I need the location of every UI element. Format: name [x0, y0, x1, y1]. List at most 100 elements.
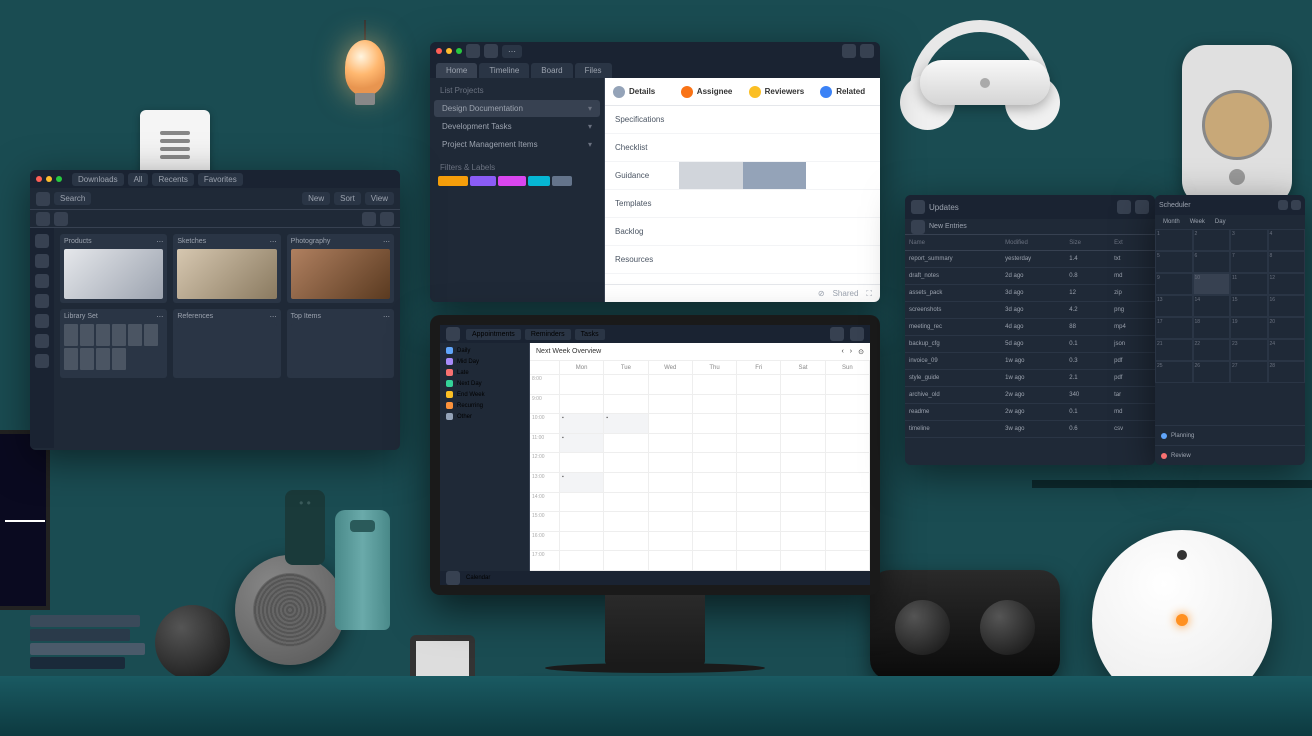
calendar-cell[interactable] — [826, 395, 870, 415]
column-header[interactable]: Ext — [1110, 235, 1155, 250]
calendar-cell[interactable] — [693, 434, 737, 454]
week-grid[interactable]: 8:009:0010:00▪▪11:00▪12:0013:00▪14:0015:… — [530, 375, 870, 571]
day-cell[interactable]: 5 — [1155, 251, 1193, 273]
app-icon[interactable] — [911, 200, 925, 214]
gallery-window[interactable]: DownloadsAllRecentsFavorites Search NewS… — [30, 170, 400, 450]
calendar-cell[interactable] — [737, 375, 781, 395]
day-cell[interactable]: 12 — [1268, 273, 1306, 295]
calendar-cell[interactable] — [826, 493, 870, 513]
calendar-source[interactable]: Late — [442, 367, 527, 378]
tool-button[interactable]: New — [302, 192, 330, 205]
day-cell[interactable]: 3 — [1230, 229, 1268, 251]
tab[interactable]: Favorites — [198, 173, 243, 186]
tab[interactable]: Recents — [152, 173, 193, 186]
event-item[interactable]: Review — [1155, 445, 1305, 465]
calendar-source[interactable]: Other — [442, 411, 527, 422]
day-cell[interactable]: 21 — [1155, 339, 1193, 361]
day-cell[interactable]: 26 — [1193, 361, 1231, 383]
table-row[interactable]: Specifications — [605, 106, 880, 134]
sidebar-item[interactable]: Design Documentation▾ — [434, 100, 600, 117]
day-cell[interactable]: 28 — [1268, 361, 1306, 383]
event-item[interactable]: Planning — [1155, 425, 1305, 445]
calendar-cell[interactable] — [604, 532, 648, 552]
calendar-cell[interactable] — [693, 532, 737, 552]
view-tab[interactable]: Month — [1159, 218, 1184, 226]
project-window[interactable]: ⋯ HomeTimelineBoardFiles List Projects D… — [430, 42, 880, 302]
back-icon[interactable] — [466, 44, 480, 58]
search-icon[interactable] — [842, 44, 856, 58]
day-cell[interactable]: 18 — [1193, 317, 1231, 339]
calendar-cell[interactable] — [560, 512, 604, 532]
calendar-cell[interactable] — [826, 414, 870, 434]
user-icon[interactable] — [850, 327, 864, 341]
view-tab[interactable]: Day — [1211, 218, 1230, 226]
sidebar-item[interactable]: Development Tasks▾ — [434, 118, 600, 135]
calendar-source[interactable]: Mid Day — [442, 356, 527, 367]
calendar-source[interactable]: Daily — [442, 345, 527, 356]
column-header[interactable]: Related — [812, 78, 880, 105]
table-row[interactable]: archive_old2w ago340tar — [905, 387, 1155, 404]
calendar-cell[interactable] — [781, 532, 825, 552]
column-header[interactable]: Size — [1065, 235, 1110, 250]
day-cell[interactable]: 27 — [1230, 361, 1268, 383]
calendar-cell[interactable] — [826, 473, 870, 493]
day-cell[interactable]: 14 — [1193, 295, 1231, 317]
day-cell[interactable]: 23 — [1230, 339, 1268, 361]
minimize-icon[interactable] — [446, 48, 452, 54]
calendar-cell[interactable] — [781, 512, 825, 532]
tab[interactable]: Downloads — [72, 173, 124, 186]
prev-icon[interactable]: ‹ — [841, 348, 843, 355]
day-cell[interactable]: 24 — [1268, 339, 1306, 361]
table-row[interactable]: Backlog — [605, 218, 880, 246]
titlebar[interactable]: DownloadsAllRecentsFavorites — [30, 170, 400, 188]
gallery-card[interactable]: Library Set⋯ — [60, 309, 167, 378]
label-chip[interactable] — [498, 176, 526, 186]
calendar-cell[interactable] — [649, 532, 693, 552]
view-tab[interactable]: Week — [1186, 218, 1209, 226]
calendar-cell[interactable] — [560, 375, 604, 395]
grid-icon[interactable] — [54, 212, 68, 226]
calendar-cell[interactable] — [693, 493, 737, 513]
calendar-source[interactable]: End Week — [442, 389, 527, 400]
calendar-cell[interactable] — [737, 414, 781, 434]
day-cell[interactable]: 13 — [1155, 295, 1193, 317]
calendar-cell[interactable]: ▪ — [560, 414, 604, 434]
day-cell[interactable]: 16 — [1268, 295, 1306, 317]
calendar-cell[interactable] — [649, 493, 693, 513]
calendar-cell[interactable] — [826, 512, 870, 532]
folder-icon[interactable] — [911, 220, 925, 234]
calendar-icon[interactable] — [446, 571, 460, 585]
calendar-cell[interactable] — [560, 493, 604, 513]
menu-button[interactable]: ⋯ — [502, 45, 522, 58]
today-icon[interactable]: ⊙ — [858, 348, 864, 356]
calendar-cell[interactable]: ▪ — [560, 473, 604, 493]
upload-icon[interactable] — [362, 212, 376, 226]
day-cell[interactable]: 20 — [1268, 317, 1306, 339]
maximize-icon[interactable] — [456, 48, 462, 54]
day-cell[interactable]: 19 — [1230, 317, 1268, 339]
day-cell[interactable]: 10 — [1193, 273, 1231, 295]
table-row[interactable]: assets_pack3d ago12zip — [905, 285, 1155, 302]
calendar-cell[interactable] — [737, 395, 781, 415]
calendar-cell[interactable] — [560, 453, 604, 473]
titlebar[interactable]: ⋯ — [430, 42, 880, 60]
calendar-cell[interactable] — [693, 453, 737, 473]
tab[interactable]: Home — [436, 63, 477, 78]
add-icon[interactable] — [1278, 200, 1288, 210]
calendar-cell[interactable] — [693, 512, 737, 532]
calendar-cell[interactable] — [604, 453, 648, 473]
gallery-card[interactable]: Products⋯ — [60, 234, 167, 303]
tab[interactable]: Appointments — [466, 329, 521, 340]
table-row[interactable]: timeline3w ago0.6csv — [905, 421, 1155, 438]
calendar-cell[interactable] — [693, 375, 737, 395]
calendar-cell[interactable] — [649, 512, 693, 532]
calendar-cell[interactable] — [604, 512, 648, 532]
calendar-cell[interactable] — [737, 551, 781, 571]
month-grid[interactable]: 1234567891011121314151617181920212223242… — [1155, 229, 1305, 425]
calendar-source[interactable]: Next Day — [442, 378, 527, 389]
next-icon[interactable]: › — [850, 348, 852, 355]
calendar-cell[interactable]: ▪ — [560, 434, 604, 454]
forward-icon[interactable] — [484, 44, 498, 58]
tab[interactable]: Timeline — [479, 63, 529, 78]
table-row[interactable]: invoice_091w ago0.3pdf — [905, 353, 1155, 370]
